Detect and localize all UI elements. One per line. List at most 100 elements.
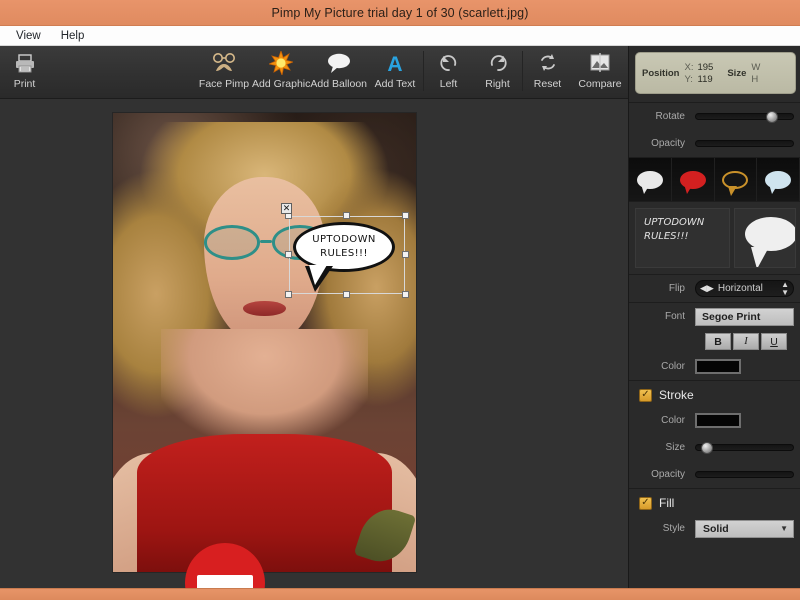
stroke-color-swatch[interactable] [695, 413, 741, 428]
canvas-workspace[interactable]: UPTODOWN RULES!!! ✕ [0, 99, 628, 588]
menu-item-help[interactable]: Help [53, 28, 93, 44]
position-x-value[interactable]: 195 [697, 62, 713, 73]
font-name-field[interactable]: Segoe Print [695, 308, 794, 326]
flip-section: Flip ◀▶ Horizontal ▲▼ [629, 274, 800, 302]
bold-button[interactable]: B [705, 333, 731, 350]
fill-style-row: Style Solid ▼ [629, 515, 800, 542]
balloon-style-red[interactable] [672, 158, 715, 201]
stroke-size-slider[interactable] [695, 444, 794, 451]
preview-line-2: RULES!!! [644, 230, 721, 244]
balloon-style-gold[interactable] [715, 158, 758, 201]
size-w-key: W [751, 62, 760, 73]
resize-handle-bottom-center[interactable] [343, 291, 350, 298]
opacity-slider[interactable] [695, 140, 794, 147]
add-text-button-label: Add Text [375, 78, 416, 90]
printer-icon [14, 50, 36, 76]
svg-text:A: A [387, 53, 402, 74]
resize-handle-top-center[interactable] [343, 212, 350, 219]
close-icon[interactable]: ✕ [281, 203, 292, 214]
balloon-style-picker [629, 157, 800, 202]
stroke-color-label: Color [637, 415, 695, 426]
add-graphic-button[interactable]: Add Graphic [252, 46, 310, 99]
position-y-value[interactable]: 119 [697, 74, 712, 85]
font-color-swatch[interactable] [695, 359, 741, 374]
position-group: Position X: 195 Y: 119 [642, 62, 713, 85]
fill-style-dropdown[interactable]: Solid ▼ [695, 520, 794, 538]
preview-bubble-tail [751, 247, 769, 268]
underline-button[interactable]: U [761, 333, 787, 350]
fill-style-label: Style [637, 523, 695, 534]
rotate-right-button[interactable]: Right [473, 46, 522, 99]
title-bar: Pimp My Picture trial day 1 of 30 (scarl… [0, 0, 800, 26]
add-balloon-button[interactable]: Add Balloon [310, 46, 367, 99]
resize-handle-bottom-right[interactable] [402, 291, 409, 298]
rotate-slider[interactable] [695, 113, 794, 120]
size-group: Size W H [727, 62, 760, 85]
application-window: Pimp My Picture trial day 1 of 30 (scarl… [0, 0, 800, 600]
position-label: Position [642, 68, 679, 79]
flip-spinner[interactable]: ◀▶ Horizontal ▲▼ [695, 280, 794, 297]
font-section: Font Segoe Print B I U Color [629, 302, 800, 380]
position-x-row: X: 195 [684, 62, 713, 73]
balloon-white-icon [637, 171, 663, 189]
stroke-size-row: Size [629, 434, 800, 461]
fill-checkbox[interactable]: ✓ [639, 497, 652, 510]
position-values: X: 195 Y: 119 [684, 62, 713, 85]
stroke-opacity-label: Opacity [637, 469, 695, 480]
rotate-slider-thumb[interactable] [766, 111, 778, 123]
balloon-style-blue[interactable] [757, 158, 800, 201]
font-row: Font Segoe Print [629, 303, 800, 330]
print-button[interactable]: Print [0, 46, 49, 99]
stroke-title: Stroke [659, 388, 694, 402]
flip-updown-icon[interactable]: ▲▼ [781, 281, 789, 295]
window-title: Pimp My Picture trial day 1 of 30 (scarl… [272, 6, 529, 20]
balloon-text-preview[interactable]: UPTODOWN RULES!!! [635, 208, 730, 268]
glasses-left-lens [204, 225, 260, 259]
balloon-style-white[interactable] [629, 158, 672, 201]
print-button-label: Print [14, 78, 36, 90]
toolbar-spacer-1 [49, 46, 98, 47]
stroke-checkbox[interactable]: ✓ [639, 389, 652, 402]
fill-section: ✓ Fill Style Solid ▼ [629, 488, 800, 542]
compare-button[interactable]: Compare [572, 46, 628, 99]
balloon-preview-strip: UPTODOWN RULES!!! [629, 202, 800, 274]
selection-bounding-box [289, 216, 405, 294]
edited-photo[interactable] [113, 113, 416, 572]
stroke-opacity-row: Opacity [629, 461, 800, 488]
flip-arrows-icon: ◀▶ [700, 284, 714, 293]
size-w-row: W [751, 62, 760, 73]
rotate-left-button-label: Left [440, 78, 458, 90]
menu-item-view[interactable]: View [8, 28, 49, 44]
resize-handle-middle-left[interactable] [285, 251, 292, 258]
stroke-size-slider-thumb[interactable] [701, 442, 713, 454]
selected-balloon-object[interactable]: UPTODOWN RULES!!! ✕ [289, 216, 405, 294]
preview-bubble-icon [745, 217, 796, 251]
flip-row: Flip ◀▶ Horizontal ▲▼ [629, 275, 800, 302]
position-y-row: Y: 119 [684, 74, 713, 85]
rotate-left-button[interactable]: Left [424, 46, 473, 99]
balloon-red-icon [680, 171, 706, 189]
reset-button[interactable]: Reset [523, 46, 572, 99]
photo-lips [243, 301, 285, 316]
reset-button-label: Reset [534, 78, 561, 90]
rotate-row: Rotate [629, 103, 800, 130]
menu-bar: View Help [0, 26, 800, 46]
balloon-shape-preview[interactable] [734, 208, 796, 268]
size-h-row: H [751, 74, 760, 85]
resize-handle-middle-right[interactable] [402, 251, 409, 258]
compare-button-label: Compare [578, 78, 621, 90]
glasses-mustache-icon [211, 50, 237, 76]
opacity-label: Opacity [637, 138, 695, 149]
speech-balloon-icon [326, 50, 352, 76]
object-info-bar: Position X: 195 Y: 119 Size W [635, 52, 796, 94]
resize-handle-top-right[interactable] [402, 212, 409, 219]
stroke-opacity-slider[interactable] [695, 471, 794, 478]
face-pimp-button[interactable]: Face Pimp [196, 46, 252, 99]
italic-button[interactable]: I [733, 333, 759, 350]
balloon-gold-icon [722, 171, 748, 189]
add-text-button[interactable]: A Add Text [367, 46, 423, 99]
letter-a-icon: A [384, 50, 406, 76]
stroke-color-row: Color [629, 407, 800, 434]
resize-handle-bottom-left[interactable] [285, 291, 292, 298]
add-balloon-button-label: Add Balloon [310, 78, 367, 90]
